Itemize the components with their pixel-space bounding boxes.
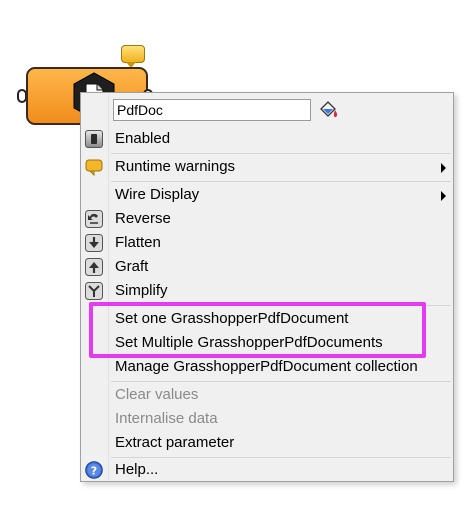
menu-item-extract-parameter[interactable]: Extract parameter xyxy=(81,431,453,455)
help-icon: ? xyxy=(85,461,103,479)
simplify-icon xyxy=(85,282,103,300)
menu-separator xyxy=(111,381,451,382)
menu-separator xyxy=(111,153,451,154)
menu-item-set-multiple[interactable]: Set Multiple GrasshopperPdfDocuments xyxy=(81,331,453,355)
menu-separator xyxy=(111,181,451,182)
menu-item-runtime-warnings[interactable]: Runtime warnings xyxy=(81,155,453,179)
menu-item-internalise-data: Internalise data xyxy=(81,407,453,431)
menu-item-label: Extract parameter xyxy=(115,434,235,451)
menu-item-label: Flatten xyxy=(115,234,161,251)
enabled-toggle-icon xyxy=(85,130,103,148)
flatten-icon xyxy=(85,234,103,252)
context-menu: Enabled Runtime warnings Wire Display xyxy=(80,92,454,482)
menu-item-set-one[interactable]: Set one GrasshopperPdfDocument xyxy=(81,307,453,331)
menu-item-manage-collection[interactable]: Manage GrasshopperPdfDocument collection xyxy=(81,355,453,379)
menu-item-label: Help... xyxy=(115,461,159,478)
nickname-input[interactable] xyxy=(113,99,311,121)
menu-item-label: Internalise data xyxy=(115,410,218,427)
runtime-warning-balloon-icon[interactable] xyxy=(121,45,145,63)
menu-item-label: Manage GrasshopperPdfDocument collection xyxy=(115,358,418,375)
menu-item-label: Graft xyxy=(115,258,149,275)
warning-balloon-icon xyxy=(85,158,103,177)
menu-item-wire-display[interactable]: Wire Display xyxy=(81,183,453,207)
canvas: Enabled Runtime warnings Wire Display xyxy=(0,0,474,505)
graft-icon xyxy=(85,258,103,276)
menu-item-flatten[interactable]: Flatten xyxy=(81,231,453,255)
submenu-arrow-icon xyxy=(441,163,446,173)
menu-item-clear-values: Clear values xyxy=(81,383,453,407)
menu-item-simplify[interactable]: Simplify xyxy=(81,279,453,303)
menu-item-label: Runtime warnings xyxy=(115,158,236,175)
name-row xyxy=(111,98,448,122)
menu-item-help[interactable]: ? Help... xyxy=(81,458,453,482)
menu-separator xyxy=(111,305,451,306)
reverse-icon xyxy=(85,210,103,228)
svg-text:?: ? xyxy=(91,464,97,477)
menu-item-label: Clear values xyxy=(115,386,199,403)
menu-item-enabled[interactable]: Enabled xyxy=(81,127,453,151)
menu-item-graft[interactable]: Graft xyxy=(81,255,453,279)
menu-item-label: Set one GrasshopperPdfDocument xyxy=(115,310,349,327)
menu-item-label: Wire Display xyxy=(115,186,200,203)
submenu-arrow-icon xyxy=(441,191,446,201)
menu-item-label: Reverse xyxy=(115,210,171,227)
menu-item-label: Simplify xyxy=(115,282,168,299)
paint-bucket-icon[interactable] xyxy=(318,100,340,120)
menu-item-label: Set Multiple GrasshopperPdfDocuments xyxy=(115,334,383,351)
menu-item-label: Enabled xyxy=(115,130,171,147)
menu-item-reverse[interactable]: Reverse xyxy=(81,207,453,231)
